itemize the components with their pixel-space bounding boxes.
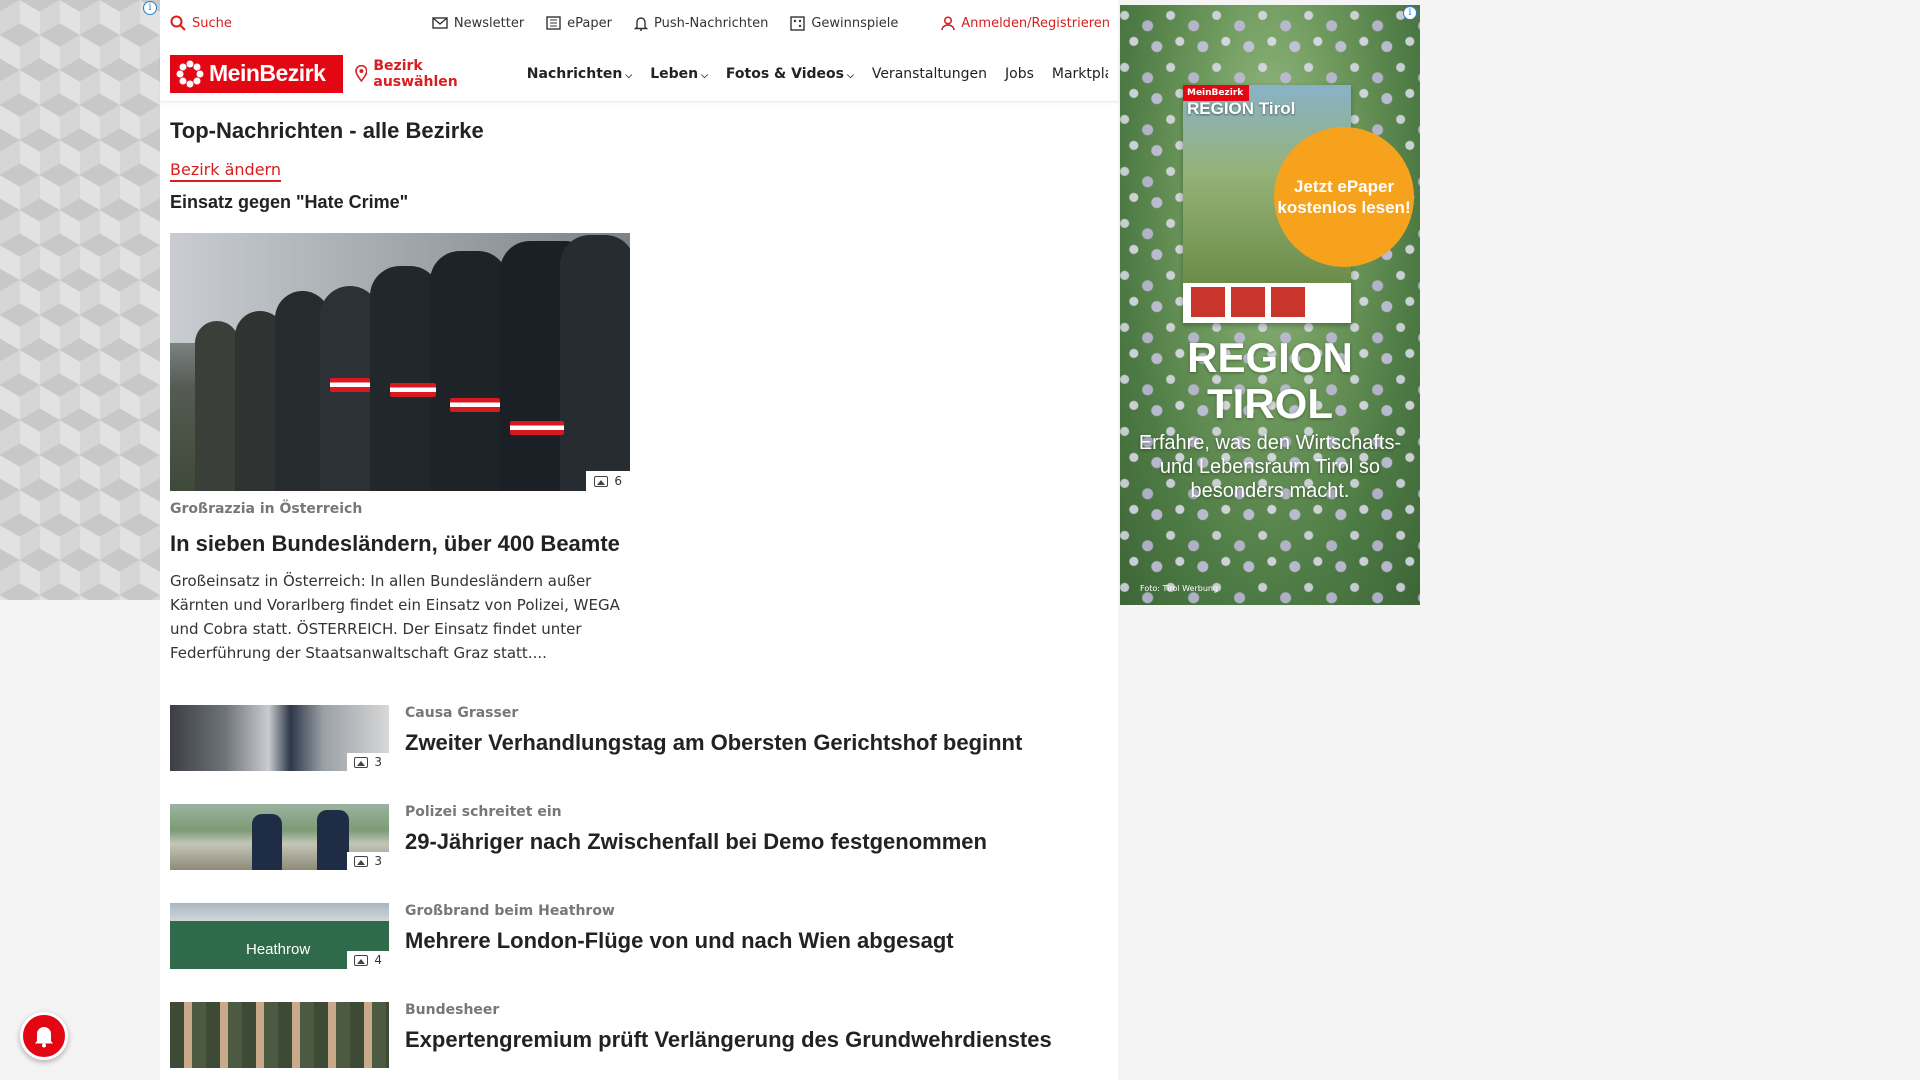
notification-bell-button[interactable] [20,1012,68,1060]
user-icon [941,15,956,30]
article-thumbnail[interactable]: 3 [170,705,389,771]
gallery-icon [354,855,369,867]
chevron-down-icon: ⌵ [847,70,854,81]
hero-kicker: Großrazzia in Österreich [170,501,363,517]
bell-icon [35,1027,53,1048]
article-thumbnail[interactable]: 3 [170,804,389,870]
article-kicker: Causa Grasser [405,705,519,721]
article-kicker: Bundesheer [405,1002,500,1018]
search-link[interactable]: Suche [170,15,232,31]
thumbnail-sign-text: Heathrow [246,941,311,958]
logo-flower-icon [176,60,204,87]
epaper-link[interactable]: ePaper [546,16,612,31]
section-title: Top-Nachrichten - alle Bezirke [170,118,484,143]
hero-image[interactable]: 6 [170,233,630,491]
ad-tagline: Erfahre, was den Wirtschafts- und Lebens… [1138,432,1402,502]
magazine-title: REGION Tirol [1187,99,1296,118]
main-nav: MeinBezirk Bezirk auswählen Nachrichten ⌵… [160,46,1118,102]
article-title[interactable]: Zweiter Verhandlungstag am Obersten Geri… [405,730,1022,756]
login-label: Anmelden/Registrieren [961,15,1110,31]
search-label: Suche [192,15,232,31]
gallery-icon [594,475,609,487]
list-item[interactable]: 3 Polizei schreitet ein 29-Jähriger nach… [170,804,1108,870]
gallery-icon [354,954,369,966]
bell-icon [634,16,648,31]
image-count: 3 [374,854,382,868]
nav-links: Nachrichten ⌵ Leben ⌵ Fotos & Videos ⌵ Vera… [527,66,1108,82]
image-count: 3 [374,755,382,769]
ad-photo-credit: Foto: Tirol Werbung [1140,584,1219,593]
page: Suche Newsletter ePaper Push-Nachrichten… [160,0,1118,1080]
nav-item-marktplatz[interactable]: Marktplatz [1052,66,1108,82]
nav-item-nachrichten[interactable]: Nachrichten ⌵ [527,66,632,82]
article-title[interactable]: 29-Jähriger nach Zwischenfall bei Demo f… [405,829,987,855]
search-icon [170,15,186,31]
gewinnspiele-label: Gewinnspiele [811,15,899,31]
list-item[interactable]: Bundesheer Expertengremium prüft Verläng… [170,1002,1108,1068]
chevron-down-icon: ⌵ [625,70,633,81]
main-content: Top-Nachrichten - alle Bezirke Bezirk än… [160,118,1118,1068]
login-link[interactable]: Anmelden/Registrieren [941,16,1110,31]
mail-icon [432,17,448,29]
article-thumbnail[interactable] [170,1002,389,1068]
article-kicker: Großbrand beim Heathrow [405,903,615,919]
gallery-icon [354,756,369,768]
nav-item-jobs[interactable]: Jobs [1005,66,1034,82]
article-thumbnail[interactable]: Heathrow 4 [170,903,389,969]
article-title[interactable]: Expertengremium prüft Verlängerung des G… [405,1027,1052,1053]
article-list: 3 Causa Grasser Zweiter Verhandlungstag … [170,705,1108,1068]
image-count: 4 [374,953,382,967]
topic-heading[interactable]: Einsatz gegen "Hate Crime" [170,192,1108,213]
ad-brand-line2: TIROL [1207,380,1333,427]
list-item[interactable]: 3 Causa Grasser Zweiter Verhandlungstag … [170,705,1108,771]
article-title[interactable]: Mehrere London-Flüge von und nach Wien a… [405,928,954,954]
change-region-link[interactable]: Bezirk ändern [170,160,281,182]
gallery-badge: 6 [586,471,630,491]
gallery-badge: 3 [347,852,389,870]
gallery-badge: 3 [347,753,389,771]
chevron-down-icon: ⌵ [701,70,708,81]
ad-info-icon[interactable]: i [1403,6,1417,20]
advertisement-banner[interactable]: MeinBezirk REGION Tirol Jetzt ePaper kos… [1120,5,1420,605]
logo-text: MeinBezirk [209,60,326,86]
top-bar: Suche Newsletter ePaper Push-Nachrichten… [160,0,1118,46]
epaper-cta-badge[interactable]: Jetzt ePaper kostenlos lesen! [1274,127,1414,267]
list-item[interactable]: Heathrow 4 Großbrand beim Heathrow Mehre… [170,903,1108,969]
newsletter-label: Newsletter [453,15,525,31]
article-kicker: Polizei schreitet ein [405,804,562,820]
ad-brand-line1: REGION [1187,334,1353,381]
image-count: 6 [614,474,622,488]
push-link[interactable]: Push-Nachrichten [634,16,768,31]
nav-item-leben[interactable]: Leben ⌵ [650,66,708,82]
hero-title[interactable]: In sieben Bundesländern, über 400 Beamte [170,529,640,559]
hero-teaser: Großeinsatz in Österreich: In allen Bund… [170,572,620,662]
nav-item-fotos-videos[interactable]: Fotos & Videos ⌵ [726,66,854,82]
region-selector[interactable]: Bezirk auswählen [354,57,510,90]
logo[interactable]: MeinBezirk [170,54,343,93]
epaper-label: ePaper [567,15,612,31]
newsletter-link[interactable]: Newsletter [432,16,524,31]
newspaper-icon [546,16,561,30]
push-label: Push-Nachrichten [654,15,769,31]
gift-icon [790,15,806,31]
ad-brand: REGION TIROL [1120,335,1420,427]
gewinnspiele-link[interactable]: Gewinnspiele [790,16,898,31]
gallery-badge: 4 [347,951,389,969]
location-pin-icon [354,65,368,82]
ad-info-icon[interactable]: i [143,1,157,15]
background-pattern [0,0,160,600]
nav-item-veranstaltungen[interactable]: Veranstaltungen [872,66,987,82]
region-label: Bezirk auswählen [373,57,458,90]
